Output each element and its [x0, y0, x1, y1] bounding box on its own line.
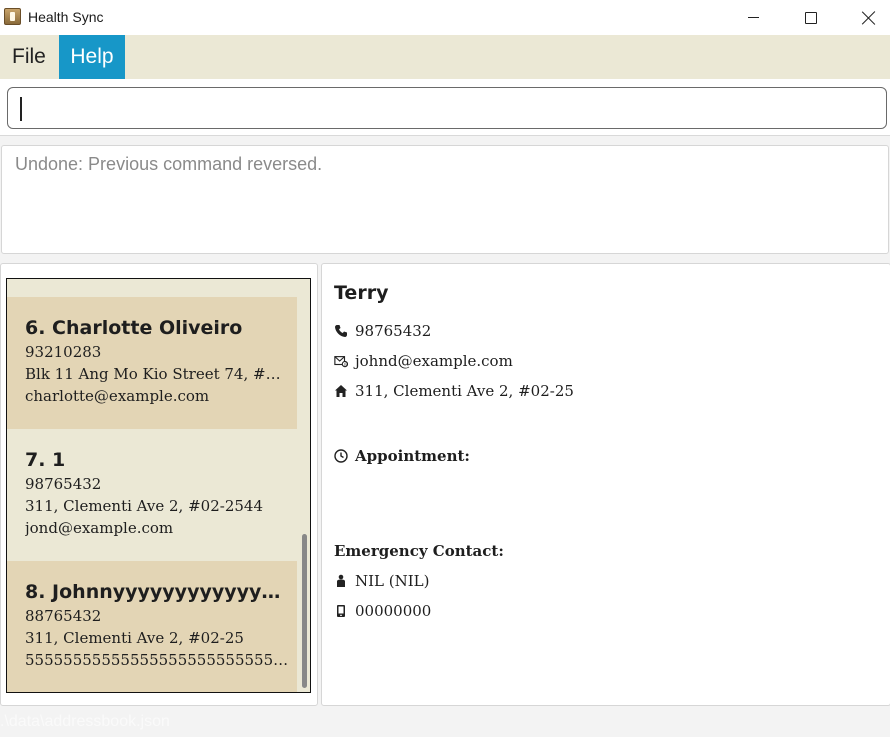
window-title: Health Sync — [28, 9, 104, 25]
emergency-contact-row: Emergency Contact: — [334, 542, 504, 560]
emergency-phone-row: 00000000 — [334, 602, 431, 620]
close-button[interactable] — [846, 0, 890, 35]
detail-phone-row: 98765432 — [334, 322, 431, 340]
emergency-contact-label: Emergency Contact: — [334, 542, 504, 560]
appointment-row: Appointment: — [334, 447, 470, 465]
detail-name: Terry — [334, 282, 389, 304]
emergency-name-row: NIL (NIL) — [334, 572, 430, 590]
person-list[interactable]: 6. Charlotte Oliveiro 93210283 Blk 11 An… — [6, 278, 311, 693]
person-list-panel: 6. Charlotte Oliveiro 93210283 Blk 11 An… — [0, 263, 318, 706]
detail-address: 311, Clementi Ave 2, #02-25 — [355, 382, 574, 400]
status-bar: .\data\addressbook.json — [0, 707, 890, 737]
person-address: Blk 11 Ang Mo Kio Street 74, #11-04 — [25, 365, 289, 383]
mobile-icon — [337, 605, 345, 617]
person-card[interactable]: 6. Charlotte Oliveiro 93210283 Blk 11 An… — [7, 297, 297, 429]
clock-icon — [334, 449, 348, 463]
person-address: 311, Clementi Ave 2, #02-25 — [25, 629, 244, 647]
detail-phone: 98765432 — [355, 322, 432, 340]
text-caret — [20, 97, 22, 121]
emergency-phone: 00000000 — [355, 602, 432, 620]
menu-help[interactable]: Help — [59, 35, 125, 79]
appointment-label: Appointment: — [355, 447, 470, 465]
svg-text:@: @ — [344, 362, 348, 367]
person-name: 6. Charlotte Oliveiro — [25, 317, 243, 339]
person-address: 311, Clementi Ave 2, #02-2544 — [25, 497, 263, 515]
result-text: Undone: Previous command reversed. — [15, 154, 323, 174]
close-icon — [862, 11, 876, 25]
save-location: .\data\addressbook.json — [0, 713, 170, 730]
app-icon — [4, 8, 21, 25]
title-bar: Health Sync — [0, 0, 890, 35]
menu-file[interactable]: File — [2, 35, 56, 79]
command-input[interactable] — [7, 87, 887, 129]
person-phone: 98765432 — [25, 475, 102, 493]
person-card[interactable]: 7. 1 98765432 311, Clementi Ave 2, #02-2… — [7, 429, 297, 561]
maximize-button[interactable] — [788, 0, 834, 35]
person-phone: 88765432 — [25, 607, 102, 625]
detail-email: johnd@example.com — [355, 352, 513, 370]
detail-address-row: 311, Clementi Ave 2, #02-25 — [334, 382, 574, 400]
person-card[interactable]: 8. Johnnyyyyyyyyyyyyyyy... 88765432 311,… — [7, 561, 297, 692]
email-icon: @ — [334, 356, 348, 368]
menu-bar: File Help — [0, 35, 890, 79]
emergency-name: NIL (NIL) — [355, 572, 430, 590]
minimize-button[interactable] — [730, 0, 776, 35]
result-display[interactable]: Undone: Previous command reversed. — [1, 145, 889, 254]
list-scrollbar[interactable] — [302, 534, 307, 688]
detail-email-row: @ johnd@example.com — [334, 352, 513, 370]
minimize-icon — [747, 17, 759, 18]
person-phone: 93210283 — [25, 343, 102, 361]
command-box — [0, 79, 890, 136]
person-email: jond@example.com — [25, 519, 174, 537]
maximize-icon — [805, 11, 817, 24]
person-icon — [337, 574, 345, 587]
person-email: 5555555555555555555555555555... — [25, 651, 289, 669]
person-detail-panel: Terry 98765432 @ johnd@example.com 311, … — [321, 263, 890, 706]
person-name: 8. Johnnyyyyyyyyyyyyyyy... — [25, 581, 289, 603]
person-name: 7. 1 — [25, 449, 66, 471]
phone-icon — [335, 325, 347, 337]
person-email: charlotte@example.com — [25, 387, 210, 405]
home-icon — [335, 385, 347, 397]
